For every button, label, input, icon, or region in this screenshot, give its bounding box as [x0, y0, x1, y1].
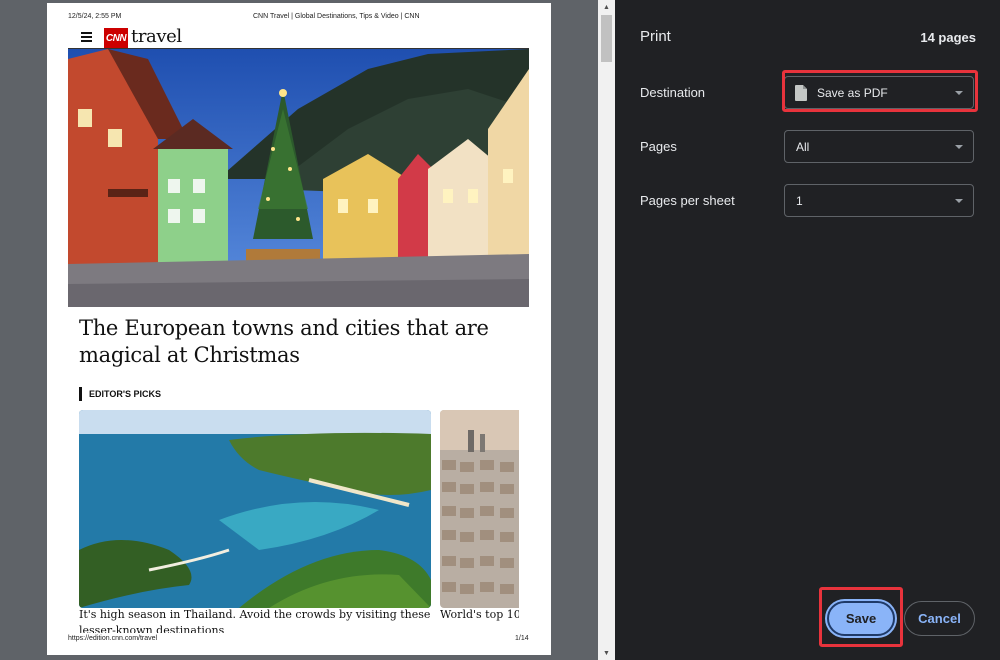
menu-icon — [81, 32, 92, 42]
print-preview-area: 12/5/24, 2:55 PM CNN Travel | Global Des… — [0, 0, 598, 660]
editors-picks-label: EDITOR'S PICKS — [79, 387, 161, 401]
card-image-thailand-coast — [79, 410, 431, 608]
pages-per-sheet-label: Pages per sheet — [640, 193, 735, 208]
pages-per-sheet-value: 1 — [796, 194, 803, 208]
card-image-city-aerial — [440, 410, 519, 608]
save-highlight-box — [819, 587, 903, 647]
dropdown-caret-icon — [955, 199, 963, 203]
page-header-title: CNN Travel | Global Destinations, Tips &… — [253, 13, 420, 20]
hero-image-christmas-town — [68, 49, 529, 307]
cancel-button[interactable]: Cancel — [904, 601, 975, 636]
card2-caption: World's top 100 — [440, 608, 519, 621]
scroll-down-arrow-icon[interactable]: ▼ — [598, 646, 615, 660]
page-header-datetime: 12/5/24, 2:55 PM — [68, 13, 122, 20]
dropdown-caret-icon — [955, 145, 963, 149]
page-footer-url: https://edition.cnn.com/travel — [68, 635, 158, 642]
article-headline: The European towns and cities that are m… — [79, 316, 489, 367]
scrollbar-thumb[interactable] — [601, 15, 612, 62]
page-footer-number: 1/14 — [515, 635, 529, 642]
pages-select[interactable]: All — [784, 130, 974, 163]
destination-highlight-box — [782, 70, 978, 112]
scroll-up-arrow-icon[interactable]: ▲ — [598, 0, 615, 14]
pages-label: Pages — [640, 139, 677, 154]
preview-page: 12/5/24, 2:55 PM CNN Travel | Global Des… — [47, 3, 551, 655]
page-count: 14 pages — [920, 30, 976, 45]
panel-title: Print — [640, 28, 671, 45]
pages-per-sheet-select[interactable]: 1 — [784, 184, 974, 217]
cnn-logo: CNN — [104, 28, 128, 48]
print-settings-panel: Print 14 pages Destination Save as PDF P… — [615, 0, 1000, 660]
section-title-travel: travel — [131, 26, 182, 47]
destination-label: Destination — [640, 85, 706, 100]
preview-scrollbar[interactable]: ▲ ▼ — [598, 0, 615, 660]
pages-value: All — [796, 140, 810, 154]
